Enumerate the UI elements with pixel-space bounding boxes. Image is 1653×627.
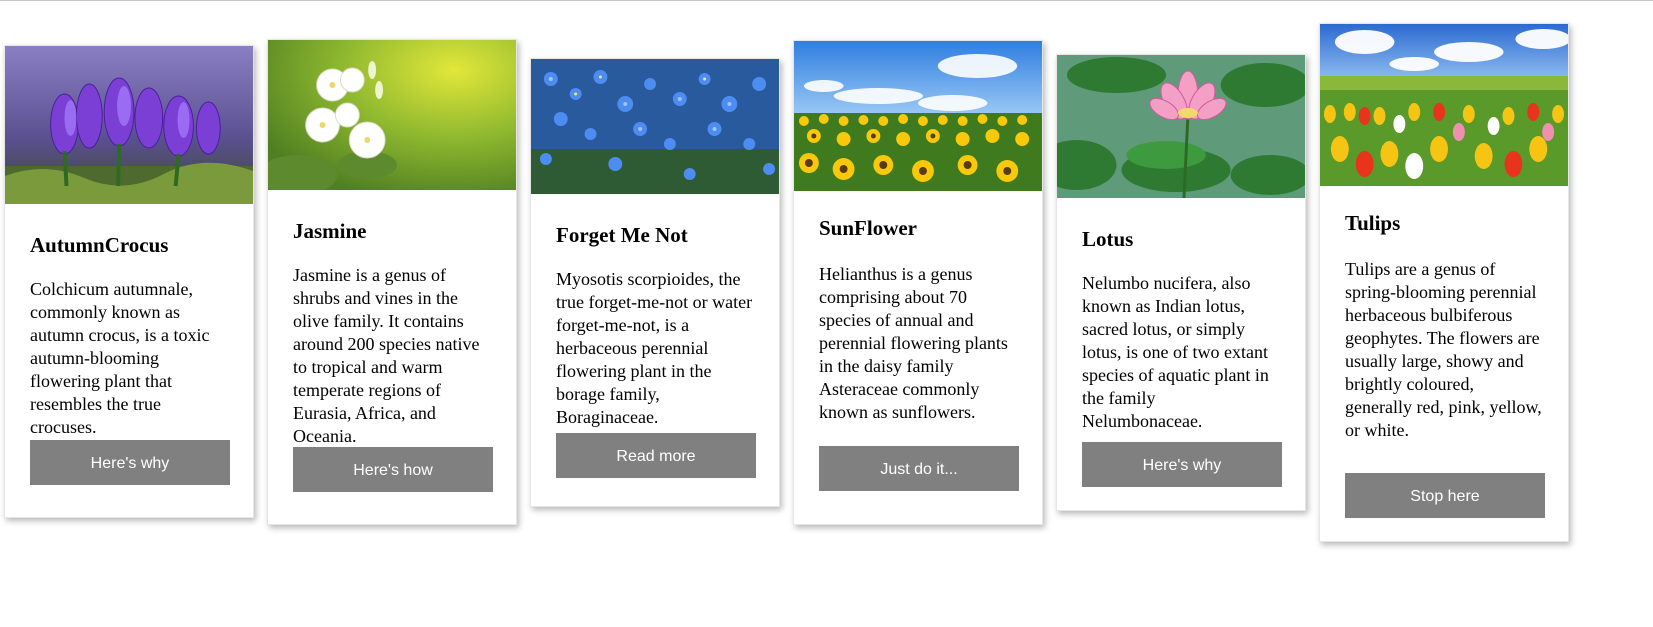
card-image	[1057, 55, 1305, 198]
card-image	[531, 59, 779, 194]
flower-card-lotus: Lotus Nelumbo nucifera, also known as In…	[1056, 54, 1306, 511]
flower-card-jasmine: Jasmine Jasmine is a genus of shrubs and…	[267, 39, 517, 525]
heres-how-button[interactable]: Here's how	[293, 447, 493, 492]
heres-why-button[interactable]: Here's why	[1082, 442, 1282, 487]
card-title: AutumnCrocus	[30, 233, 169, 257]
flower-card-forget-me-not: Forget Me Not Myosotis scorpioides, the …	[530, 58, 780, 507]
heres-why-button[interactable]: Here's why	[30, 440, 230, 485]
card-description: Nelumbo nucifera, also known as Indian l…	[1082, 273, 1269, 431]
card-title: Jasmine	[293, 219, 367, 243]
card-body: SunFlower Helianthus is a genus comprisi…	[794, 215, 1042, 491]
card-description: Colchicum autumnale, commonly known as a…	[30, 279, 210, 437]
card-image	[268, 40, 516, 190]
just-do-it-button[interactable]: Just do it...	[819, 446, 1019, 491]
card-body: Tulips Tulips are a genus of spring-bloo…	[1320, 210, 1568, 518]
card-body: AutumnCrocus Colchicum autumnale, common…	[5, 232, 253, 485]
card-body: Forget Me Not Myosotis scorpioides, the …	[531, 222, 779, 478]
card-title: Forget Me Not	[556, 223, 688, 247]
card-description: Tulips are a genus of spring-blooming pe…	[1345, 259, 1542, 440]
card-title: SunFlower	[819, 216, 918, 240]
card-image	[5, 46, 253, 204]
card-image	[794, 41, 1042, 191]
card-body: Lotus Nelumbo nucifera, also known as In…	[1057, 226, 1305, 487]
read-more-button[interactable]: Read more	[556, 433, 756, 478]
flower-card-autumn-crocus: AutumnCrocus Colchicum autumnale, common…	[4, 45, 254, 518]
card-title: Lotus	[1082, 227, 1134, 251]
card-description: Myosotis scorpioides, the true forget-me…	[556, 269, 753, 427]
flower-card-tulips: Tulips Tulips are a genus of spring-bloo…	[1319, 23, 1569, 542]
top-divider	[0, 0, 1653, 1]
stop-here-button[interactable]: Stop here	[1345, 473, 1545, 518]
flower-card-sunflower: SunFlower Helianthus is a genus comprisi…	[793, 40, 1043, 525]
card-body: Jasmine Jasmine is a genus of shrubs and…	[268, 218, 516, 492]
card-image	[1320, 24, 1568, 186]
card-description: Helianthus is a genus comprising about 7…	[819, 264, 1008, 422]
card-description: Jasmine is a genus of shrubs and vines i…	[293, 265, 480, 446]
card-title: Tulips	[1345, 211, 1401, 235]
